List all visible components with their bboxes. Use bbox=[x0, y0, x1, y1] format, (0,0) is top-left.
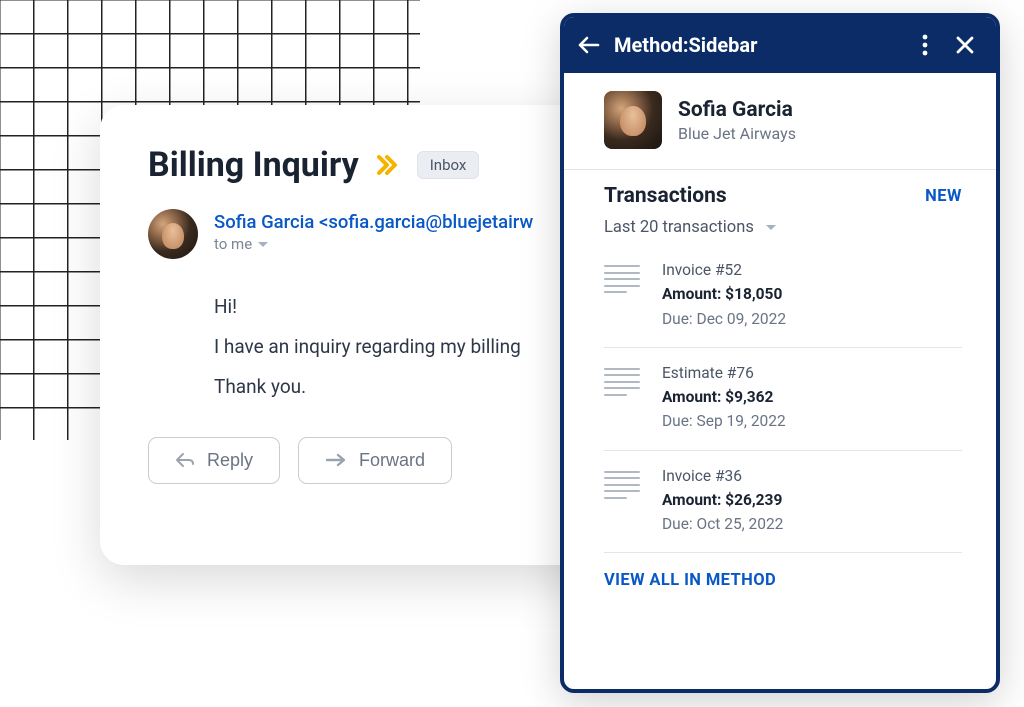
chevron-down-icon bbox=[766, 225, 776, 230]
transactions-heading: Transactions bbox=[604, 184, 727, 208]
transaction-item[interactable]: Invoice #36 Amount: $26,239 Due: Oct 25,… bbox=[604, 451, 962, 554]
contact-avatar bbox=[604, 91, 662, 149]
close-button[interactable] bbox=[950, 30, 980, 60]
more-menu-button[interactable] bbox=[910, 30, 940, 60]
transactions-filter[interactable]: Last 20 transactions bbox=[604, 218, 962, 237]
transactions-section: Transactions NEW Last 20 transactions In… bbox=[564, 170, 996, 689]
txn-amount: Amount: $26,239 bbox=[662, 489, 783, 512]
contact-card[interactable]: Sofia Garcia Blue Jet Airways bbox=[564, 73, 996, 170]
transaction-info: Estimate #76 Amount: $9,362 Due: Sep 19,… bbox=[662, 362, 786, 434]
recipient-dropdown-icon bbox=[258, 242, 268, 247]
forward-label: Forward bbox=[359, 450, 425, 471]
section-header: Transactions NEW bbox=[604, 184, 962, 208]
importance-chevron-icon bbox=[377, 155, 399, 175]
txn-due: Due: Dec 09, 2022 bbox=[662, 308, 786, 331]
new-transaction-link[interactable]: NEW bbox=[925, 187, 962, 206]
transactions-list: Invoice #52 Amount: $18,050 Due: Dec 09,… bbox=[604, 245, 962, 553]
panel-title: Method:Sidebar bbox=[614, 33, 910, 57]
panel-header: Method:Sidebar bbox=[564, 17, 996, 73]
txn-due: Due: Sep 19, 2022 bbox=[662, 410, 786, 433]
view-all-link[interactable]: VIEW ALL IN METHOD bbox=[604, 553, 962, 594]
recipient-line[interactable]: to me bbox=[214, 235, 533, 253]
contact-company: Blue Jet Airways bbox=[678, 124, 796, 143]
contact-text: Sofia Garcia Blue Jet Airways bbox=[678, 98, 796, 143]
reply-arrow-icon bbox=[175, 452, 195, 468]
txn-title: Estimate #76 bbox=[662, 362, 786, 385]
back-button[interactable] bbox=[574, 30, 604, 60]
transaction-item[interactable]: Estimate #76 Amount: $9,362 Due: Sep 19,… bbox=[604, 348, 962, 451]
txn-title: Invoice #52 bbox=[662, 259, 786, 282]
document-lines-icon bbox=[604, 265, 640, 293]
forward-arrow-icon bbox=[325, 453, 347, 467]
sender-name-email[interactable]: Sofia Garcia <sofia.garcia@bluejetairw bbox=[214, 211, 533, 233]
txn-title: Invoice #36 bbox=[662, 465, 783, 488]
folder-tag[interactable]: Inbox bbox=[417, 151, 480, 179]
txn-amount: Amount: $18,050 bbox=[662, 283, 786, 306]
sender-info: Sofia Garcia <sofia.garcia@bluejetairw t… bbox=[214, 209, 533, 259]
filter-label: Last 20 transactions bbox=[604, 218, 754, 237]
document-lines-icon bbox=[604, 471, 640, 499]
contact-name: Sofia Garcia bbox=[678, 98, 796, 122]
transaction-info: Invoice #36 Amount: $26,239 Due: Oct 25,… bbox=[662, 465, 783, 537]
txn-amount: Amount: $9,362 bbox=[662, 386, 786, 409]
forward-button[interactable]: Forward bbox=[298, 437, 452, 484]
reply-button[interactable]: Reply bbox=[148, 437, 280, 484]
sender-avatar[interactable] bbox=[148, 209, 198, 259]
email-subject: Billing Inquiry bbox=[148, 145, 359, 185]
method-sidebar-panel: Method:Sidebar Sofia Garcia Blue Jet Air… bbox=[560, 13, 1000, 693]
reply-label: Reply bbox=[207, 450, 253, 471]
transaction-info: Invoice #52 Amount: $18,050 Due: Dec 09,… bbox=[662, 259, 786, 331]
txn-due: Due: Oct 25, 2022 bbox=[662, 513, 783, 536]
to-me-text: to me bbox=[214, 235, 252, 253]
transaction-item[interactable]: Invoice #52 Amount: $18,050 Due: Dec 09,… bbox=[604, 245, 962, 348]
document-lines-icon bbox=[604, 368, 640, 396]
